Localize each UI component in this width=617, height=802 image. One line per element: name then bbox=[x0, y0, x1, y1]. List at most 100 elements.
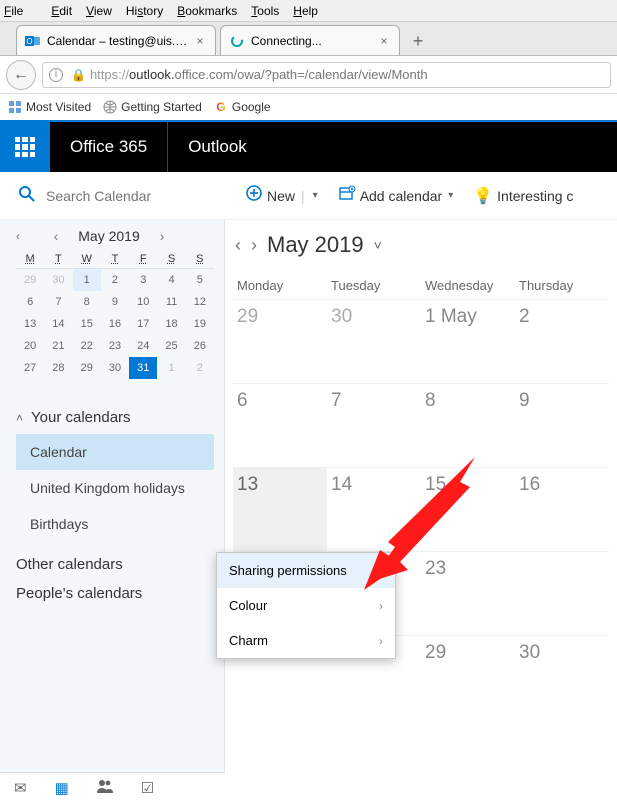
menu-tools[interactable]: Tools bbox=[251, 4, 279, 18]
prev-month-button[interactable]: ‹ bbox=[235, 235, 241, 256]
chevron-down-icon[interactable]: ▾ bbox=[313, 190, 318, 201]
mini-day-cell[interactable]: 18 bbox=[157, 313, 185, 335]
ctx-colour[interactable]: Colour › bbox=[217, 588, 395, 623]
menu-view[interactable]: View bbox=[86, 4, 112, 18]
mini-day-cell[interactable]: 5 bbox=[186, 269, 214, 292]
mini-day-cell[interactable]: 28 bbox=[44, 357, 72, 379]
browser-tabstrip: O Calendar – testing@uis.ca... × Connect… bbox=[0, 22, 617, 56]
next-month-icon[interactable]: › bbox=[160, 228, 165, 244]
mini-day-cell[interactable]: 13 bbox=[16, 313, 44, 335]
day-cell[interactable]: 29 bbox=[233, 300, 327, 383]
tab-close-icon[interactable]: × bbox=[193, 34, 207, 48]
next-month-button[interactable]: › bbox=[251, 235, 257, 256]
day-cell[interactable]: 30 bbox=[327, 300, 421, 383]
mini-day-cell[interactable]: 23 bbox=[101, 335, 129, 357]
app-launcher-button[interactable] bbox=[0, 122, 50, 172]
bookmark-getting-started[interactable]: Getting Started bbox=[103, 100, 202, 114]
mini-day-cell[interactable]: 30 bbox=[44, 269, 72, 292]
browser-tab[interactable]: O Calendar – testing@uis.ca... × bbox=[16, 25, 216, 55]
day-cell[interactable]: 6 bbox=[233, 384, 327, 467]
mini-day-cell[interactable]: 30 bbox=[101, 357, 129, 379]
mini-day-cell[interactable]: 1 bbox=[73, 269, 101, 292]
chevron-down-icon[interactable]: ˅ bbox=[374, 237, 382, 253]
day-cell[interactable] bbox=[515, 552, 609, 635]
suite-brand[interactable]: Office 365 bbox=[50, 137, 167, 157]
calendar-item-calendar[interactable]: Calendar bbox=[16, 434, 214, 470]
back-button[interactable]: ← bbox=[6, 60, 36, 90]
mini-day-cell[interactable]: 1 bbox=[157, 357, 185, 379]
search-calendar[interactable] bbox=[0, 185, 225, 206]
your-calendars-header[interactable]: ˄ Your calendars bbox=[16, 403, 214, 432]
new-button[interactable]: New | ▾ bbox=[245, 184, 318, 207]
calendar-icon[interactable]: ▦ bbox=[55, 779, 69, 797]
site-info-icon[interactable]: i bbox=[49, 68, 63, 82]
ctx-charm[interactable]: Charm › bbox=[217, 623, 395, 658]
mini-cal-nav: ‹‹ ‹ May 2019 › bbox=[16, 228, 214, 244]
mini-day-cell[interactable]: 27 bbox=[16, 357, 44, 379]
interesting-calendars-button[interactable]: 💡 Interesting c bbox=[473, 186, 573, 206]
mini-day-cell[interactable]: 25 bbox=[157, 335, 185, 357]
mini-day-cell[interactable]: 19 bbox=[186, 313, 214, 335]
other-calendars-header[interactable]: Other calendars bbox=[16, 550, 214, 579]
bookmark-most-visited[interactable]: Most Visited bbox=[8, 100, 91, 114]
other-calendars-label: Other calendars bbox=[16, 556, 123, 573]
mini-day-cell[interactable]: 26 bbox=[186, 335, 214, 357]
sidebar: ‹‹ ‹ May 2019 › MTWTFSS 2930123456789101… bbox=[0, 220, 225, 772]
search-input[interactable] bbox=[46, 188, 186, 204]
mini-day-cell[interactable]: 3 bbox=[129, 269, 157, 292]
mini-day-cell[interactable]: 7 bbox=[44, 291, 72, 313]
mini-day-cell[interactable]: 24 bbox=[129, 335, 157, 357]
menu-history[interactable]: History bbox=[126, 4, 163, 18]
mini-day-cell[interactable]: 9 bbox=[101, 291, 129, 313]
menu-edit[interactable]: Edit bbox=[51, 4, 72, 18]
mini-day-cell[interactable]: 12 bbox=[186, 291, 214, 313]
mini-day-cell[interactable]: 11 bbox=[157, 291, 185, 313]
browser-menubar: File Edit View History Bookmarks Tools H… bbox=[0, 0, 617, 22]
calendar-item-uk-holidays[interactable]: United Kingdom holidays bbox=[16, 470, 214, 506]
mini-day-cell[interactable]: 4 bbox=[157, 269, 185, 292]
add-calendar-button[interactable]: Add calendar ▾ bbox=[338, 184, 454, 207]
day-cell[interactable]: 30 bbox=[515, 636, 609, 719]
day-cell[interactable]: 2 bbox=[515, 300, 609, 383]
menu-help[interactable]: Help bbox=[293, 4, 318, 18]
command-bar: New | ▾ Add calendar ▾ 💡 Interesting c bbox=[0, 172, 617, 220]
mini-day-cell[interactable]: 16 bbox=[101, 313, 129, 335]
menu-bookmarks[interactable]: Bookmarks bbox=[177, 4, 237, 18]
calendar-item-birthdays[interactable]: Birthdays bbox=[16, 506, 214, 542]
mini-day-cell[interactable]: 31 bbox=[129, 357, 157, 379]
day-cell[interactable]: 1 May bbox=[421, 300, 515, 383]
mini-day-cell[interactable]: 8 bbox=[73, 291, 101, 313]
people-icon[interactable] bbox=[97, 779, 113, 797]
mini-day-cell[interactable]: 14 bbox=[44, 313, 72, 335]
mini-day-cell[interactable]: 29 bbox=[16, 269, 44, 292]
url-bar[interactable]: i 🔒 https://outlook.office.com/owa/?path… bbox=[42, 62, 611, 88]
mini-day-cell[interactable]: 2 bbox=[101, 269, 129, 292]
day-cell[interactable]: 13 bbox=[233, 468, 327, 551]
app-name[interactable]: Outlook bbox=[168, 137, 267, 157]
mail-icon[interactable]: ✉ bbox=[14, 779, 27, 797]
day-cell[interactable]: 9 bbox=[515, 384, 609, 467]
mini-day-cell[interactable]: 15 bbox=[73, 313, 101, 335]
peoples-calendars-header[interactable]: People's calendars bbox=[16, 579, 214, 608]
browser-tab[interactable]: Connecting... × bbox=[220, 25, 400, 55]
mini-day-cell[interactable]: 10 bbox=[129, 291, 157, 313]
mini-day-cell[interactable]: 22 bbox=[73, 335, 101, 357]
chevron-down-icon[interactable]: ▾ bbox=[448, 190, 453, 201]
mini-calendar: MTWTFSS 29301234567891011121314151617181… bbox=[16, 250, 214, 379]
month-label[interactable]: May 2019 bbox=[267, 232, 364, 258]
bookmark-label: Most Visited bbox=[26, 100, 91, 114]
mini-day-cell[interactable]: 21 bbox=[44, 335, 72, 357]
prev-month-icon[interactable]: ‹ bbox=[54, 228, 59, 244]
menu-file[interactable]: File bbox=[4, 4, 37, 18]
mini-day-cell[interactable]: 17 bbox=[129, 313, 157, 335]
new-tab-button[interactable]: + bbox=[404, 27, 432, 55]
mini-day-cell[interactable]: 29 bbox=[73, 357, 101, 379]
mini-day-cell[interactable]: 20 bbox=[16, 335, 44, 357]
mini-day-cell[interactable]: 6 bbox=[16, 291, 44, 313]
tab-close-icon[interactable]: × bbox=[377, 34, 391, 48]
day-cell[interactable]: 16 bbox=[515, 468, 609, 551]
bookmark-google[interactable]: G Google bbox=[214, 100, 271, 114]
day-cell[interactable]: 29 bbox=[421, 636, 515, 719]
mini-day-cell[interactable]: 2 bbox=[186, 357, 214, 379]
tasks-icon[interactable]: ☑ bbox=[141, 779, 154, 797]
